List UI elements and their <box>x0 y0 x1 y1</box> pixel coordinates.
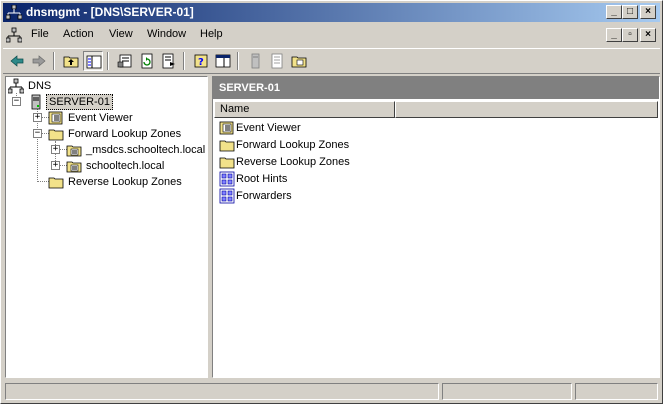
forwarders-icon <box>219 188 235 204</box>
event-viewer-icon <box>219 121 234 135</box>
server-button[interactable] <box>245 51 265 71</box>
tree-label-event-viewer: Event Viewer <box>68 112 133 124</box>
up-folder-icon <box>63 56 79 68</box>
tree-label-zone-msdcs: _msdcs.schooltech.local <box>86 144 206 156</box>
forward-icon <box>32 55 46 67</box>
status-panel-3 <box>575 383 658 400</box>
mdi-restore-button[interactable]: ▫ <box>622 28 638 42</box>
results-header: SERVER-01 <box>213 77 659 99</box>
server-icon <box>31 94 41 110</box>
toolbar-separator <box>107 52 109 70</box>
column-header-name-label: Name <box>220 103 250 115</box>
console-tree-button[interactable] <box>213 51 233 71</box>
log-button[interactable] <box>267 51 287 71</box>
status-panel-2 <box>442 383 572 400</box>
tree-label-forward-zones: Forward Lookup Zones <box>68 128 182 140</box>
list-item-label: Forward Lookup Zones <box>236 139 350 151</box>
menu-bar: File Action View Window Help _ ▫ × <box>3 24 660 46</box>
collapse-toggle-server[interactable]: − <box>12 97 21 106</box>
dns-icon <box>6 5 22 20</box>
refresh-button[interactable] <box>137 51 157 71</box>
menu-window[interactable]: Window <box>147 28 186 40</box>
export-icon <box>162 53 175 69</box>
maximize-button[interactable]: □ <box>622 5 638 19</box>
back-icon <box>10 55 24 67</box>
status-bar <box>3 382 660 401</box>
expand-toggle-zone-schooltech[interactable]: + <box>51 161 60 170</box>
help-icon: ? <box>194 54 208 68</box>
list-item-label: Reverse Lookup Zones <box>236 156 350 168</box>
tree-label-dns: DNS <box>28 80 52 92</box>
toolbar-separator <box>183 52 185 70</box>
roothints-icon <box>219 171 235 187</box>
zone-icon <box>66 145 82 157</box>
menu-file[interactable]: File <box>31 28 49 40</box>
properties-icon <box>117 54 132 68</box>
minimize-button[interactable]: _ <box>606 5 622 19</box>
list-item-label: Forwarders <box>236 190 292 202</box>
toolbar-separator <box>237 52 239 70</box>
expand-toggle-zone-msdcs[interactable]: + <box>51 145 60 154</box>
expand-toggle-event-viewer[interactable]: + <box>33 113 42 122</box>
back-button[interactable] <box>7 51 27 71</box>
column-header-empty[interactable] <box>395 101 658 118</box>
menu-view[interactable]: View <box>109 28 133 40</box>
results-pane[interactable]: SERVER-01 Name Event Viewer Forward Look… <box>212 76 660 378</box>
zone-icon <box>291 56 307 68</box>
folder-icon <box>48 177 64 189</box>
event-viewer-icon <box>48 111 63 125</box>
title-bar[interactable]: dnsmgmt - [DNS\SERVER-01] _ □ × <box>3 3 660 22</box>
folder-icon <box>219 140 235 152</box>
mdi-close-button[interactable]: × <box>640 28 656 42</box>
export-list-button[interactable] <box>159 51 179 71</box>
column-header-name[interactable]: Name <box>214 101 395 118</box>
status-panel-main <box>5 383 439 400</box>
mdi-minimize-button[interactable]: _ <box>606 28 622 42</box>
menu-action[interactable]: Action <box>63 28 94 40</box>
forward-button[interactable] <box>29 51 49 71</box>
toolbar-separator <box>53 52 55 70</box>
folder-icon <box>48 129 64 141</box>
console-tree-pane[interactable]: DNS − SERVER-01 + Event Viewer − Forward… <box>5 76 208 378</box>
console-tree-icon <box>215 54 231 68</box>
window-title: dnsmgmt - [DNS\SERVER-01] <box>26 5 194 19</box>
properties-button[interactable] <box>115 51 135 71</box>
zone-button[interactable] <box>289 51 309 71</box>
close-button[interactable]: × <box>640 5 656 19</box>
dns-icon[interactable] <box>6 27 22 43</box>
tree-label-server: SERVER-01 <box>46 94 113 110</box>
svg-text:?: ? <box>198 57 204 68</box>
log-icon <box>271 53 283 69</box>
tree-label-zone-schooltech: schooltech.local <box>86 160 165 172</box>
up-one-level-button[interactable] <box>61 51 81 71</box>
toolbar: ? <box>3 48 660 74</box>
refresh-icon <box>141 53 153 69</box>
menu-help[interactable]: Help <box>200 28 223 40</box>
server-icon <box>251 53 260 69</box>
tree-label-reverse-zones: Reverse Lookup Zones <box>68 176 182 188</box>
mmc-window: dnsmgmt - [DNS\SERVER-01] _ □ × File Act… <box>0 0 663 404</box>
show-hide-tree-button[interactable] <box>83 51 103 71</box>
results-header-title: SERVER-01 <box>219 82 280 94</box>
collapse-toggle-forward-zones[interactable]: − <box>33 129 42 138</box>
help-button[interactable]: ? <box>191 51 211 71</box>
dns-icon <box>8 78 24 94</box>
folder-icon <box>219 157 235 169</box>
show-tree-icon <box>86 55 102 69</box>
zone-icon <box>66 161 82 173</box>
list-item-label: Root Hints <box>236 173 288 185</box>
list-item-label: Event Viewer <box>236 122 301 134</box>
